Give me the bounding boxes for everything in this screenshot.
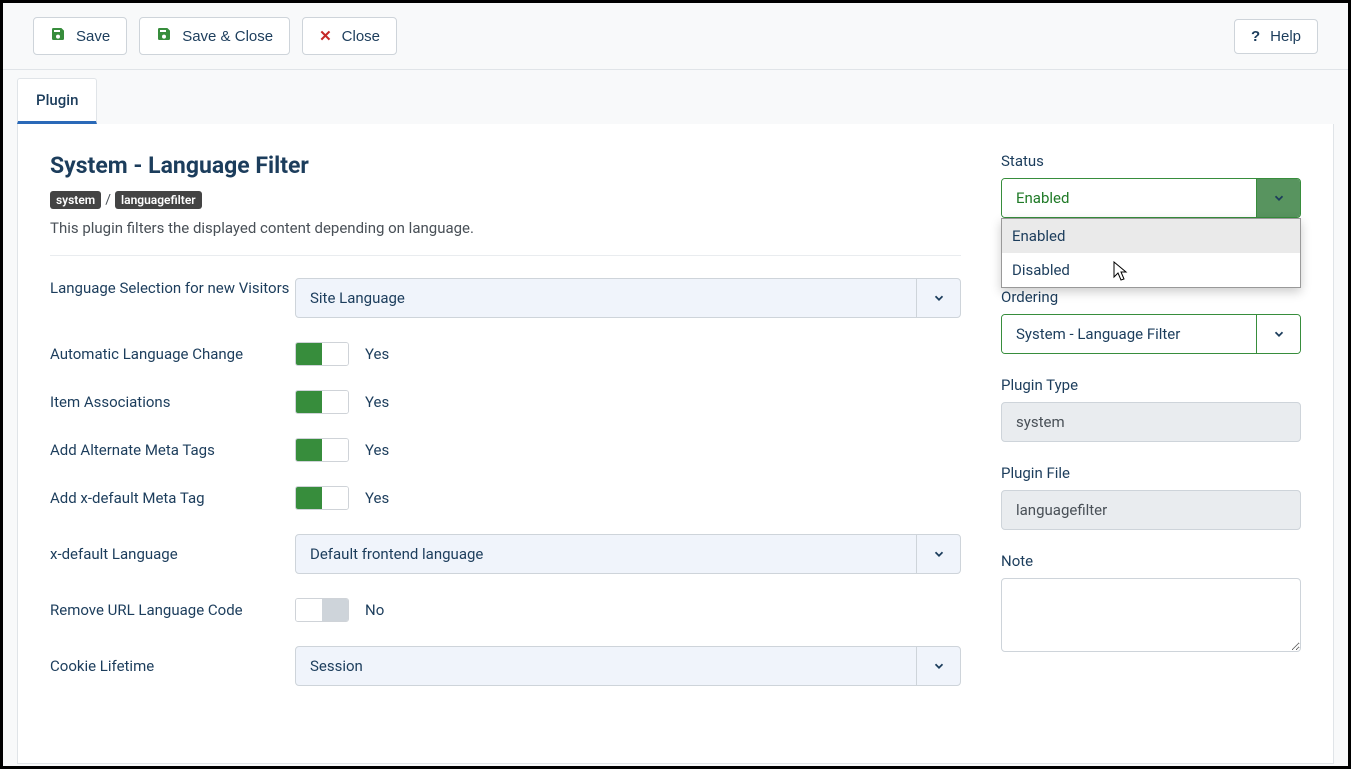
breadcrumb-badges: system / languagefilter xyxy=(50,191,961,209)
field-alt-meta: Add Alternate Meta Tags Yes xyxy=(50,438,961,462)
field-plugin-type: Plugin Type system xyxy=(1001,376,1301,442)
toggle-remove-url[interactable] xyxy=(295,598,349,622)
tab-plugin-label: Plugin xyxy=(36,91,78,109)
status-option-disabled[interactable]: Disabled xyxy=(1002,253,1300,287)
toggle-auto-lang-change[interactable] xyxy=(295,342,349,366)
select-value: Site Language xyxy=(296,279,419,317)
chevron-down-icon xyxy=(916,279,960,317)
toggle-item-associations[interactable] xyxy=(295,390,349,414)
field-plugin-file: Plugin File languagefilter xyxy=(1001,464,1301,530)
field-xdefault-meta: Add x-default Meta Tag Yes xyxy=(50,486,961,510)
label-cookie-lifetime: Cookie Lifetime xyxy=(50,656,295,677)
plugin-description: This plugin filters the displayed conten… xyxy=(50,219,961,237)
select-ordering[interactable]: System - Language Filter xyxy=(1001,314,1301,354)
field-auto-lang-change: Automatic Language Change Yes xyxy=(50,342,961,366)
select-status[interactable]: Enabled Enabled Disabled xyxy=(1001,178,1301,218)
label-plugin-type: Plugin Type xyxy=(1001,376,1301,394)
chevron-down-icon xyxy=(916,535,960,573)
toggle-alt-meta[interactable] xyxy=(295,438,349,462)
label-status: Status xyxy=(1001,152,1301,170)
field-note: Note xyxy=(1001,552,1301,656)
field-item-associations: Item Associations Yes xyxy=(50,390,961,414)
select-cookie-lifetime[interactable]: Session xyxy=(295,646,961,686)
label-language-selection: Language Selection for new Visitors xyxy=(50,278,295,299)
content: System - Language Filter system / langua… xyxy=(17,124,1334,764)
badge-system: system xyxy=(50,191,101,209)
label-xdefault-meta: Add x-default Meta Tag xyxy=(50,488,295,509)
toggle-value: No xyxy=(365,601,384,619)
input-plugin-file: languagefilter xyxy=(1001,490,1301,530)
tab-plugin[interactable]: Plugin xyxy=(17,78,97,124)
textarea-note[interactable] xyxy=(1001,578,1301,652)
close-label: Close xyxy=(342,28,380,45)
label-remove-url: Remove URL Language Code xyxy=(50,600,295,621)
label-note: Note xyxy=(1001,552,1301,570)
badge-separator: / xyxy=(105,192,111,208)
select-value: Enabled xyxy=(1002,179,1256,217)
toolbar-left: Save Save & Close ✕ Close xyxy=(33,17,397,55)
field-xdefault-lang: x-default Language Default frontend lang… xyxy=(50,534,961,574)
label-item-associations: Item Associations xyxy=(50,392,295,413)
toggle-value: Yes xyxy=(365,441,389,459)
sidebar-column: Status Enabled Enabled Disabled Ordering… xyxy=(1001,152,1301,735)
label-xdefault-lang: x-default Language xyxy=(50,544,295,565)
divider xyxy=(50,255,961,256)
save-close-button[interactable]: Save & Close xyxy=(139,17,290,55)
label-alt-meta: Add Alternate Meta Tags xyxy=(50,440,295,461)
help-label: Help xyxy=(1270,28,1301,45)
toggle-value: Yes xyxy=(365,393,389,411)
field-remove-url: Remove URL Language Code No xyxy=(50,598,961,622)
status-option-enabled[interactable]: Enabled xyxy=(1002,219,1300,253)
chevron-down-icon xyxy=(1256,315,1300,353)
label-ordering: Ordering xyxy=(1001,288,1301,306)
label-plugin-file: Plugin File xyxy=(1001,464,1301,482)
page-title: System - Language Filter xyxy=(50,152,961,179)
select-xdefault-lang[interactable]: Default frontend language xyxy=(295,534,961,574)
help-button[interactable]: ? Help xyxy=(1234,19,1318,54)
save-icon xyxy=(156,26,172,46)
main-column: System - Language Filter system / langua… xyxy=(50,152,961,735)
field-status: Status Enabled Enabled Disabled xyxy=(1001,152,1301,218)
toggle-value: Yes xyxy=(365,345,389,363)
badge-languagefilter: languagefilter xyxy=(115,191,202,209)
save-icon xyxy=(50,26,66,46)
chevron-down-icon xyxy=(1256,179,1300,217)
field-cookie-lifetime: Cookie Lifetime Session xyxy=(50,646,961,686)
select-value: Default frontend language xyxy=(296,535,497,573)
toggle-value: Yes xyxy=(365,489,389,507)
label-auto-lang-change: Automatic Language Change xyxy=(50,344,295,365)
input-plugin-type: system xyxy=(1001,402,1301,442)
tabs: Plugin xyxy=(3,78,1348,124)
close-button[interactable]: ✕ Close xyxy=(302,17,397,55)
field-ordering: Ordering System - Language Filter xyxy=(1001,288,1301,354)
toolbar: Save Save & Close ✕ Close ? Help xyxy=(3,3,1348,70)
help-icon: ? xyxy=(1251,28,1260,45)
save-close-label: Save & Close xyxy=(182,28,273,45)
status-dropdown: Enabled Disabled xyxy=(1001,218,1301,288)
save-button[interactable]: Save xyxy=(33,17,127,55)
select-value: System - Language Filter xyxy=(1002,315,1256,353)
toggle-xdefault-meta[interactable] xyxy=(295,486,349,510)
chevron-down-icon xyxy=(916,647,960,685)
save-label: Save xyxy=(76,28,110,45)
select-value: Session xyxy=(296,647,377,685)
select-language-selection[interactable]: Site Language xyxy=(295,278,961,318)
close-icon: ✕ xyxy=(319,27,332,45)
field-language-selection: Language Selection for new Visitors Site… xyxy=(50,278,961,318)
